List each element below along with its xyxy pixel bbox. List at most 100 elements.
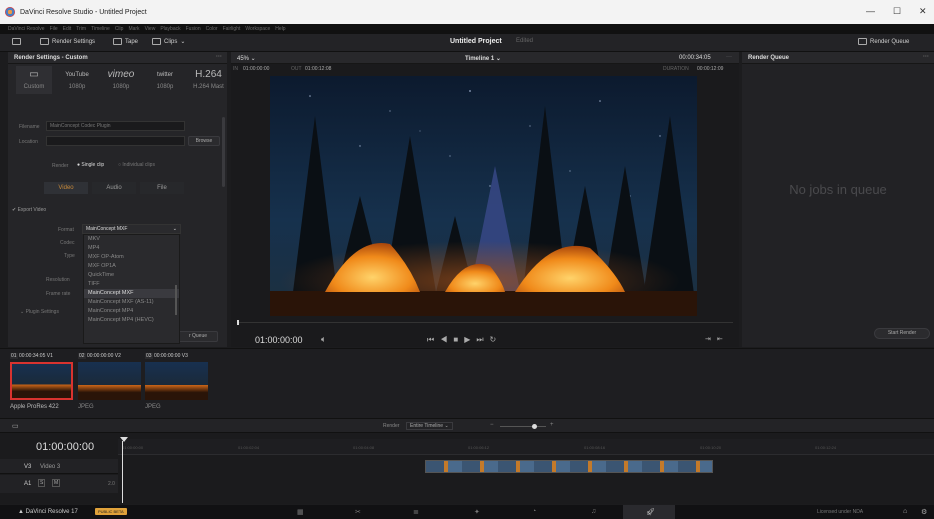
preset-twitter[interactable]: twitter 1080p bbox=[146, 66, 184, 94]
zoom-slider-handle[interactable] bbox=[532, 424, 537, 429]
preset-custom[interactable]: ▭ Custom bbox=[16, 66, 52, 94]
start-render-button[interactable]: Start Render bbox=[874, 328, 930, 339]
clip-number: 03 bbox=[145, 353, 153, 359]
tab-audio[interactable]: Audio bbox=[92, 182, 136, 194]
go-to-start-icon[interactable]: ⏮︎ bbox=[427, 335, 440, 344]
playhead[interactable] bbox=[237, 320, 239, 325]
video-clip-on-timeline[interactable] bbox=[425, 460, 713, 473]
clip-thumbnail[interactable] bbox=[78, 362, 141, 400]
home-icon[interactable]: ⌂ bbox=[903, 508, 907, 515]
menu-item[interactable]: DaVinci Resolve bbox=[8, 26, 45, 32]
preset-youtube[interactable]: YouTube 1080p bbox=[58, 66, 96, 94]
format-option-selected[interactable]: MainConcept MXF bbox=[84, 289, 179, 298]
format-option[interactable]: MKV bbox=[84, 235, 179, 244]
format-option[interactable]: MXF OP1A bbox=[84, 262, 179, 271]
menu-item[interactable]: Mark bbox=[128, 26, 139, 32]
h264-icon: H.264 bbox=[195, 69, 222, 80]
media-page-icon[interactable]: ▦ bbox=[297, 508, 304, 516]
timeline-ruler[interactable]: 01:00:00:00 01:00:02:04 01:00:04:08 01:0… bbox=[118, 439, 934, 455]
tab-video[interactable]: Video bbox=[44, 182, 88, 194]
format-option[interactable]: MP4 bbox=[84, 244, 179, 253]
filename-input[interactable]: MainConcept Codec Plugin bbox=[46, 121, 185, 131]
play-icon[interactable]: ▶︎ bbox=[464, 335, 476, 344]
timeline-view-icon[interactable]: ▭ bbox=[12, 422, 19, 430]
menu-item[interactable]: Trim bbox=[76, 26, 86, 32]
fusion-page-icon[interactable]: ✦ bbox=[474, 508, 480, 516]
solo-button[interactable]: S bbox=[38, 479, 46, 487]
render-settings-button[interactable]: Render Settings bbox=[40, 38, 95, 45]
panel-scrollbar[interactable] bbox=[222, 117, 225, 187]
menu-item[interactable]: File bbox=[50, 26, 58, 32]
panel-toggle-icon[interactable] bbox=[12, 38, 21, 45]
stop-icon[interactable]: ■ bbox=[453, 335, 464, 344]
deliver-page-icon[interactable]: 🚀︎ bbox=[646, 508, 655, 516]
youtube-icon: YouTube bbox=[65, 72, 89, 78]
cut-page-icon[interactable]: ✂ bbox=[355, 508, 361, 516]
timeline-select[interactable]: Timeline 1 ⌄ bbox=[465, 55, 501, 62]
format-option[interactable]: MainConcept MP4 bbox=[84, 307, 179, 316]
edit-page-icon[interactable]: ≣ bbox=[413, 508, 419, 516]
menu-item[interactable]: Edit bbox=[63, 26, 72, 32]
format-option[interactable]: TIFF bbox=[84, 280, 179, 289]
render-settings-icon bbox=[40, 38, 49, 45]
close-icon[interactable]: ✕ bbox=[919, 6, 927, 17]
format-dropdown-menu[interactable]: MKV MP4 MXF OP-Atom MXF OP1A QuickTime T… bbox=[83, 234, 180, 344]
zoom-select[interactable]: 45% ⌄ bbox=[237, 55, 256, 62]
mute-button[interactable]: M bbox=[52, 479, 61, 487]
minimize-icon[interactable]: — bbox=[866, 6, 875, 16]
menu-item[interactable]: Color bbox=[206, 26, 218, 32]
scrub-bar[interactable] bbox=[237, 322, 733, 323]
clip-header: 02 00:00:00:00 V2 bbox=[78, 353, 121, 359]
loop-icon[interactable]: ↻ bbox=[490, 335, 503, 344]
fairlight-page-icon[interactable]: ♫ bbox=[591, 508, 596, 515]
duration-timecode: 00:00:12:09 bbox=[697, 66, 724, 72]
menu-item[interactable]: View bbox=[145, 26, 156, 32]
project-title: Untitled Project bbox=[450, 38, 502, 45]
clip-timecode: 00:00:34:05 bbox=[18, 353, 46, 359]
menu-item[interactable]: Workspace bbox=[245, 26, 270, 32]
plugin-settings-toggle[interactable]: ⌄ Plugin Settings bbox=[20, 309, 59, 315]
menu-item[interactable]: Fairlight bbox=[223, 26, 241, 32]
clip-thumbnail-selected[interactable] bbox=[10, 362, 73, 400]
zoom-out-icon[interactable]: − bbox=[490, 422, 494, 428]
browse-button[interactable]: Browse bbox=[188, 136, 220, 146]
in-out-mark-controls[interactable]: ⇥⇤ bbox=[705, 335, 729, 343]
menu-item[interactable]: Clip bbox=[115, 26, 124, 32]
tab-file[interactable]: File bbox=[140, 182, 184, 194]
menu-item[interactable]: Timeline bbox=[91, 26, 110, 32]
export-video-checkbox[interactable]: ✔ Export Video bbox=[12, 207, 46, 213]
color-page-icon[interactable]: ◔ bbox=[532, 508, 536, 515]
single-clip-radio[interactable]: ● Single clip bbox=[77, 162, 104, 168]
render-range-select[interactable]: Entire Timeline ⌄ bbox=[406, 422, 453, 430]
individual-clips-radio[interactable]: ○ Individual clips bbox=[118, 162, 155, 168]
menu-item[interactable]: Playback bbox=[160, 26, 180, 32]
clip-thumbnail[interactable] bbox=[145, 362, 208, 400]
zoom-in-icon[interactable]: + bbox=[550, 422, 554, 428]
dropdown-scrollbar[interactable] bbox=[175, 285, 177, 315]
settings-gear-icon[interactable]: ⚙ bbox=[921, 508, 927, 516]
more-options-icon[interactable]: ··· bbox=[216, 54, 222, 60]
menu-item[interactable]: Fusion bbox=[186, 26, 201, 32]
ruler-tick-label: 01:00:10:20 bbox=[700, 445, 722, 450]
format-select[interactable]: MainConcept MXF ⌄ bbox=[82, 224, 181, 234]
tape-button[interactable]: Tape bbox=[113, 38, 138, 45]
speaker-icon[interactable]: 🔈︎ bbox=[321, 334, 326, 345]
preset-h264[interactable]: H.264 H.264 Mast bbox=[190, 66, 227, 94]
render-queue-button[interactable]: Render Queue bbox=[858, 38, 909, 45]
maximize-icon[interactable]: ☐ bbox=[893, 6, 901, 17]
add-to-render-queue-button[interactable]: r Queue bbox=[178, 331, 218, 342]
format-option[interactable]: MainConcept MXF (AS-11) bbox=[84, 298, 179, 307]
clips-button[interactable]: Clips ⌄ bbox=[152, 38, 185, 45]
location-input[interactable] bbox=[46, 136, 185, 146]
preset-vimeo[interactable]: vimeo 1080p bbox=[102, 66, 140, 94]
more-options-icon[interactable]: ··· bbox=[923, 54, 929, 60]
play-reverse-icon[interactable]: ◀︎ bbox=[440, 335, 453, 344]
format-option[interactable]: MainConcept MP4 (HEVC) bbox=[84, 316, 179, 325]
format-option[interactable]: MXF OP-Atom bbox=[84, 253, 179, 262]
more-options-icon[interactable]: ··· bbox=[726, 54, 732, 60]
menu-item[interactable]: Help bbox=[275, 26, 285, 32]
go-to-end-icon[interactable]: ⏭︎ bbox=[476, 335, 489, 344]
zoom-slider[interactable] bbox=[500, 426, 546, 427]
tape-icon bbox=[113, 38, 122, 45]
format-option[interactable]: QuickTime bbox=[84, 271, 179, 280]
